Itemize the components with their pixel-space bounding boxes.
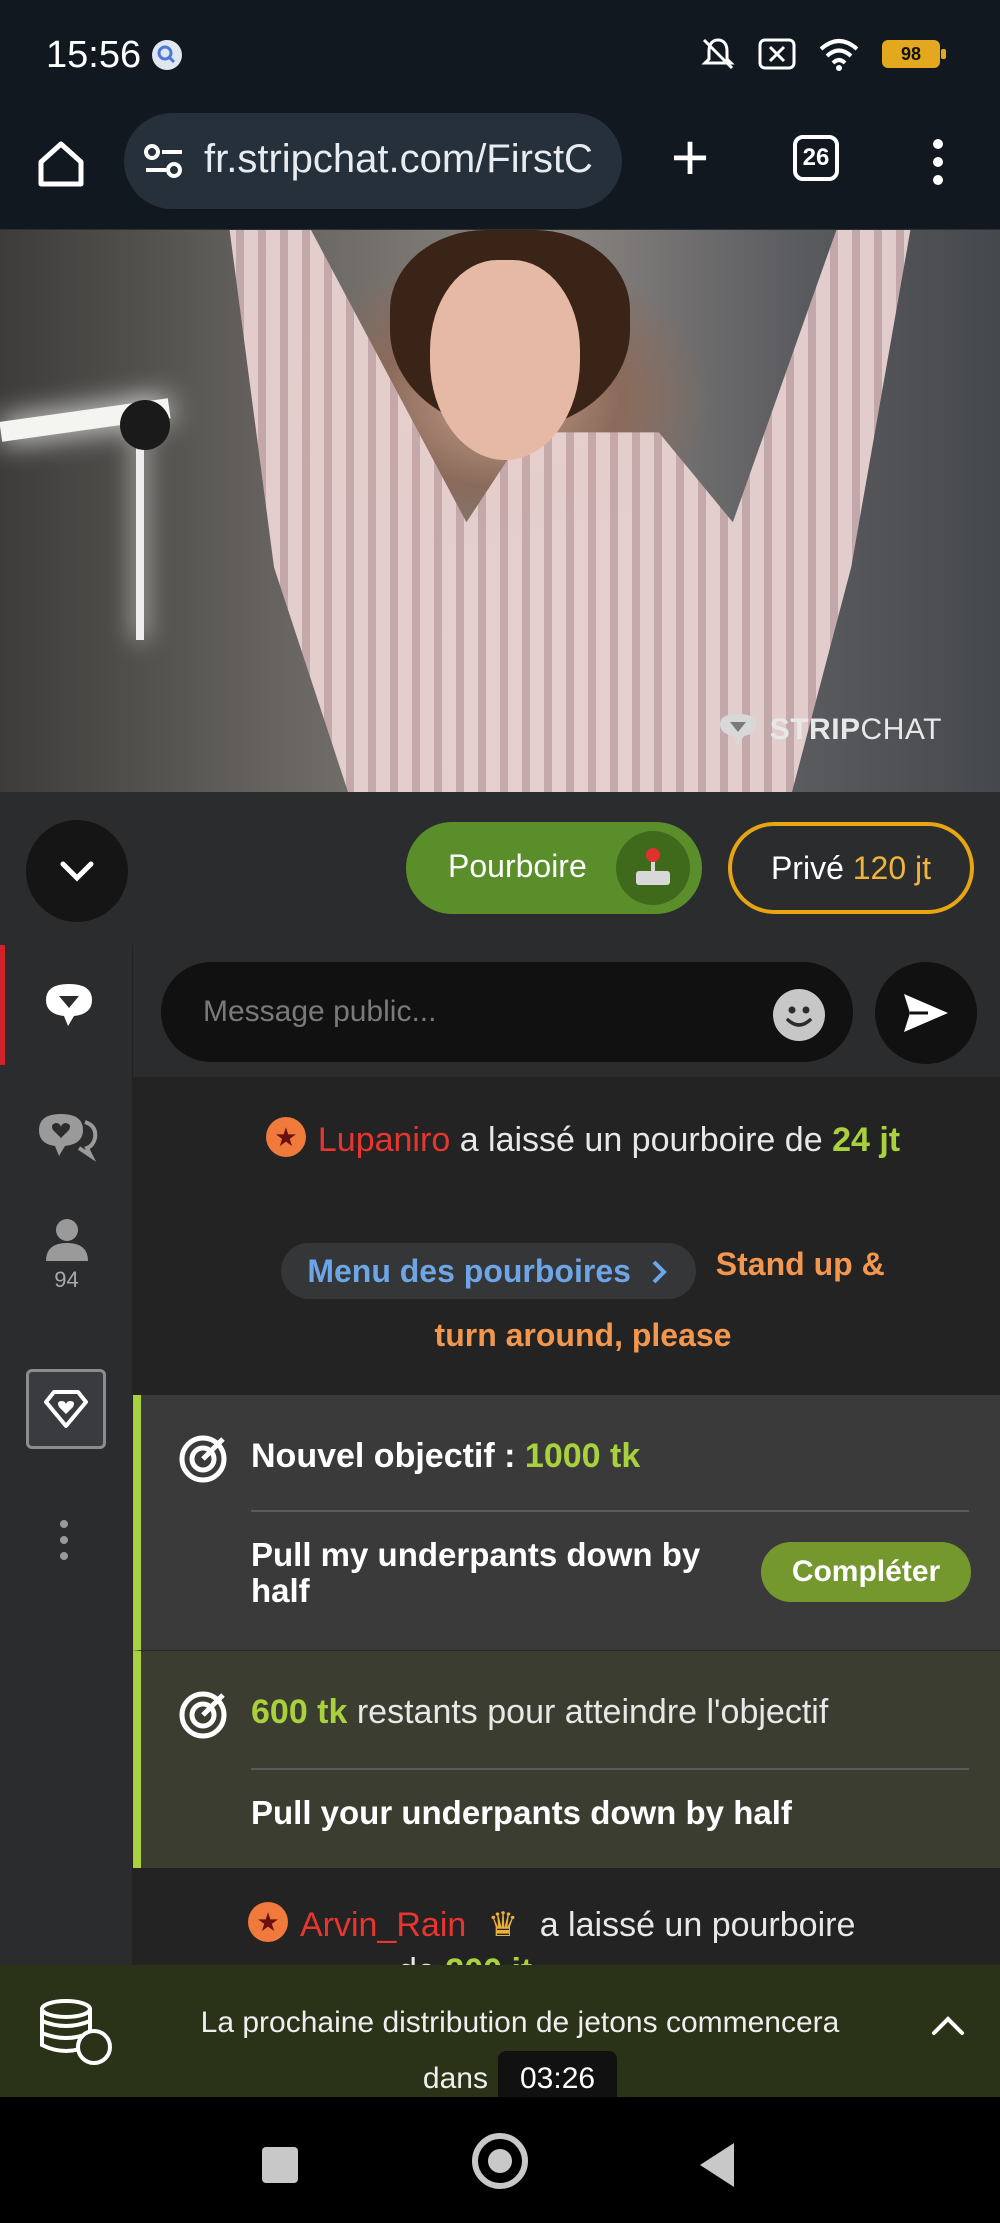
chevron-right-icon bbox=[652, 1260, 667, 1284]
diamond-heart-icon bbox=[44, 1390, 88, 1428]
user-icon bbox=[45, 1219, 88, 1261]
bell-off-icon bbox=[701, 38, 735, 70]
sidebar-item-private-messages[interactable] bbox=[0, 1075, 133, 1195]
stripchat-watermark: STRIPCHAT bbox=[716, 710, 942, 750]
crown-icon: ♛ bbox=[487, 1906, 519, 1944]
goal-description: Pull my underpants down by half bbox=[251, 1536, 701, 1609]
chat-sidebar: 94 bbox=[0, 945, 133, 1965]
star-badge-icon bbox=[265, 1117, 306, 1157]
site-settings-icon[interactable] bbox=[142, 143, 186, 179]
viewers-count: 94 bbox=[54, 1267, 79, 1292]
home-nav-button[interactable] bbox=[472, 2133, 528, 2189]
send-button[interactable] bbox=[875, 962, 977, 1064]
system-navigation-bar bbox=[0, 2097, 1000, 2223]
username[interactable]: Lupaniro bbox=[318, 1121, 450, 1159]
chevron-down-icon bbox=[60, 861, 94, 882]
chat-message-tip: Lupaniro a laissé un pourboire de 24 jt … bbox=[133, 1077, 1000, 1395]
sidebar-more-icon[interactable] bbox=[60, 1520, 72, 1568]
tip-amount: 200 jt bbox=[445, 1952, 532, 1965]
chat-bubble-icon bbox=[46, 984, 92, 1026]
home-icon bbox=[38, 141, 84, 187]
divider bbox=[251, 1510, 969, 1512]
chat-hearts-icon bbox=[38, 1114, 97, 1162]
sidebar-item-public-chat[interactable] bbox=[0, 945, 133, 1065]
tip-button-label: Pourboire bbox=[448, 848, 587, 884]
video-player[interactable]: STRIPCHAT bbox=[0, 230, 1000, 792]
tab-switcher-button[interactable]: 26 bbox=[793, 135, 839, 181]
tip-amount: 24 jt bbox=[832, 1121, 901, 1159]
home-button[interactable] bbox=[30, 133, 92, 195]
goal-description: Pull your underpants down by half bbox=[251, 1794, 792, 1831]
chat-input-row bbox=[133, 945, 1000, 1077]
smiley-icon bbox=[786, 1006, 812, 1027]
private-price: 120 jt bbox=[852, 850, 932, 886]
chat-message-goal-progress: 600 tk restants pour atteindre l'objecti… bbox=[133, 1650, 1000, 1868]
x-box-icon bbox=[758, 38, 796, 70]
remaining-amount: 600 tk bbox=[251, 1693, 348, 1731]
url-text: fr.stripchat.com/FirstC bbox=[204, 137, 593, 181]
goal-amount: 1000 tk bbox=[524, 1437, 641, 1475]
status-bar: 15:56 98 bbox=[0, 0, 1000, 113]
joystick-icon bbox=[616, 831, 690, 905]
private-show-button[interactable]: Privé 120 jt bbox=[728, 822, 974, 914]
divider bbox=[251, 1768, 969, 1770]
target-icon bbox=[179, 1691, 227, 1739]
sidebar-item-tip-menu[interactable] bbox=[26, 1369, 106, 1449]
address-bar[interactable]: fr.stripchat.com/FirstC bbox=[124, 113, 622, 209]
back-button[interactable] bbox=[700, 2143, 734, 2187]
stripchat-logo-icon bbox=[719, 714, 756, 746]
search-icon bbox=[152, 40, 182, 70]
star-badge-icon bbox=[248, 1902, 288, 1942]
sidebar-item-viewers[interactable]: 94 bbox=[0, 1195, 133, 1315]
browser-menu-button[interactable] bbox=[926, 133, 950, 193]
token-distribution-banner[interactable]: La prochaine distribution de jetons comm… bbox=[0, 1965, 1000, 2107]
status-time: 15:56 bbox=[46, 34, 142, 76]
collapse-button[interactable] bbox=[26, 820, 128, 922]
public-message-input[interactable] bbox=[161, 962, 853, 1062]
tip-menu-link[interactable]: Menu des pourboires bbox=[281, 1242, 696, 1299]
chevron-up-icon[interactable] bbox=[930, 2013, 966, 2037]
target-icon bbox=[179, 1435, 227, 1483]
complete-goal-button[interactable]: Compléter bbox=[761, 1542, 971, 1602]
browser-toolbar: fr.stripchat.com/FirstC + 26 bbox=[0, 113, 1000, 230]
username[interactable]: Arvin_Rain bbox=[300, 1906, 466, 1944]
battery-icon: 98 bbox=[882, 40, 946, 68]
new-tab-button[interactable]: + bbox=[662, 124, 718, 190]
stream-controls: Pourboire Privé 120 jt bbox=[0, 792, 1000, 945]
status-icons: 98 bbox=[700, 36, 946, 72]
chat-message-tip: Arvin_Rain ♛ a laissé un pourboire de 20… bbox=[133, 1868, 1000, 1965]
wifi-icon bbox=[819, 39, 859, 71]
coins-icon bbox=[40, 1999, 112, 2065]
tip-button[interactable]: Pourboire bbox=[406, 822, 702, 914]
goal-title: Nouvel objectif : bbox=[251, 1437, 516, 1475]
emoji-button[interactable] bbox=[773, 989, 825, 1041]
send-icon bbox=[904, 994, 948, 1032]
chat-message-new-goal: Nouvel objectif : 1000 tk Pull my underp… bbox=[133, 1395, 1000, 1650]
banner-text: La prochaine distribution de jetons comm… bbox=[200, 2006, 840, 2039]
recents-button[interactable] bbox=[262, 2147, 298, 2183]
